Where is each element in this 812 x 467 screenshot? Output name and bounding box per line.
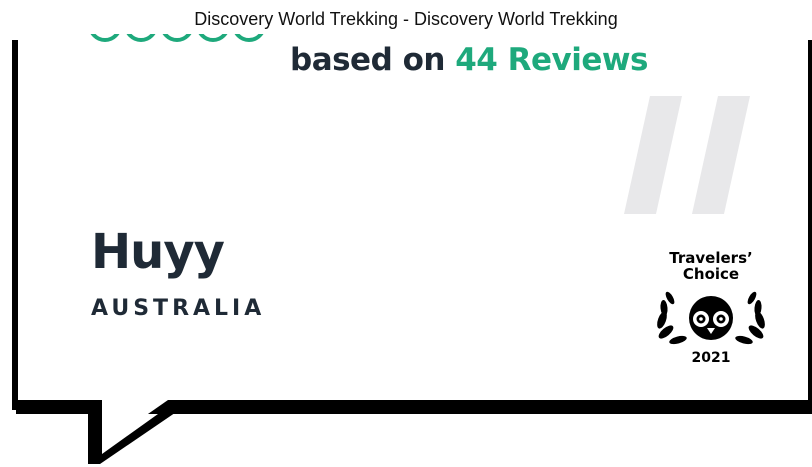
speech-bubble-tail (88, 400, 188, 464)
badge-year: 2021 (691, 350, 731, 366)
badge-title-line2: Choice (682, 265, 740, 283)
review-count-link[interactable]: 44 Reviews (455, 42, 648, 78)
tripadvisor-owl-icon (657, 291, 765, 345)
page-tooltip: Discovery World Trekking - Discovery Wor… (194, 9, 618, 29)
review-count-text: based on 44 Reviews (290, 42, 649, 78)
badge-title-line1: Travelers’ (669, 249, 753, 267)
quote-mark-icon (624, 96, 750, 214)
reviewer-name: Huyy (91, 224, 225, 280)
reviewer-country: AUSTRALIA (91, 296, 266, 321)
review-count-prefix: based on (290, 42, 456, 78)
travelers-choice-badge: Travelers’ Choice 2021 (652, 250, 770, 372)
